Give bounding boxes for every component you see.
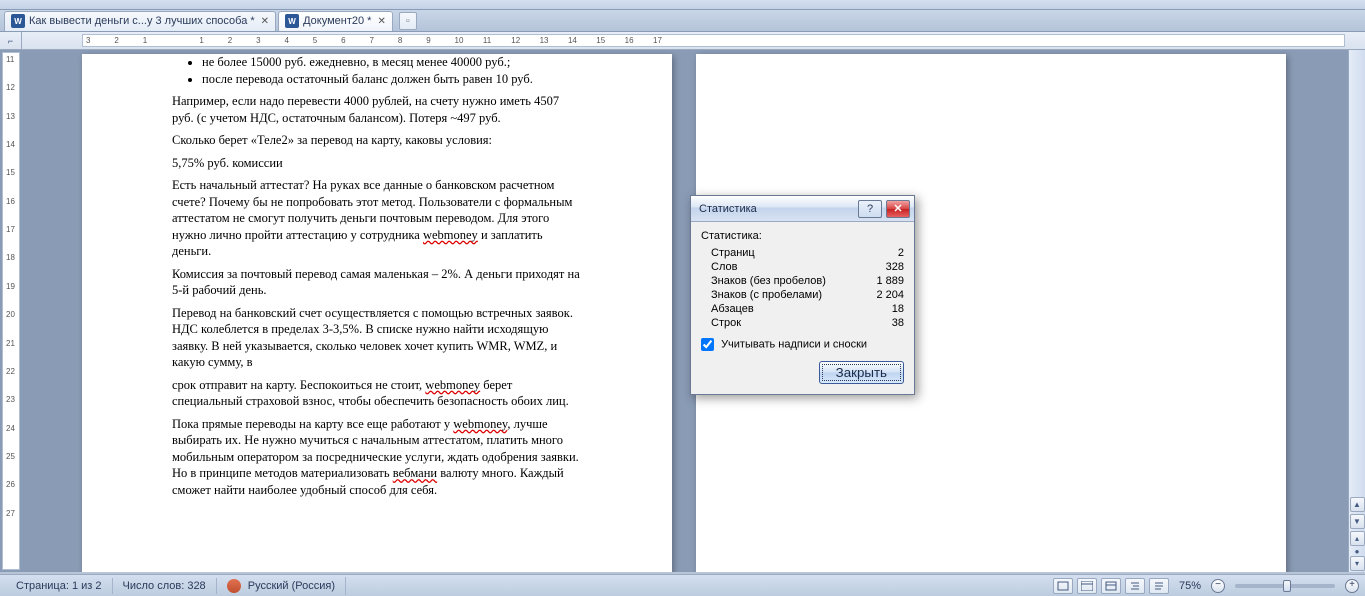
- status-right: 75% − +: [1053, 578, 1359, 594]
- horizontal-ruler-area: ⌐ 3211234567891011121314151617: [0, 32, 1365, 50]
- zoom-slider-thumb[interactable]: [1283, 580, 1291, 592]
- stat-value: 1 889: [864, 275, 904, 287]
- bullet-item: не более 15000 руб. ежедневно, в месяц м…: [202, 54, 582, 71]
- ruler-corner[interactable]: ⌐: [0, 32, 22, 49]
- language-label: Русский (Россия): [248, 579, 335, 591]
- bullet-list: не более 15000 руб. ежедневно, в месяц м…: [202, 54, 582, 87]
- scroll-up-button[interactable]: ▲: [1350, 497, 1365, 512]
- paragraph: Есть начальный аттестат? На руках все да…: [172, 177, 582, 260]
- checkbox-label: Учитывать надписи и сноски: [721, 338, 867, 350]
- statistics-dialog: Статистика ? ✕ Статистика: Страниц2Слов3…: [690, 195, 915, 395]
- zoom-in-button[interactable]: +: [1345, 579, 1359, 593]
- word-icon: W: [285, 14, 299, 28]
- browse-object-button[interactable]: ●: [1350, 547, 1365, 555]
- doc-tab-0[interactable]: W Как вывести деньги с...у 3 лучших спос…: [4, 11, 276, 31]
- tab-label: Как вывести деньги с...у 3 лучших способ…: [29, 15, 255, 27]
- spelling-underline: webmoney: [425, 378, 480, 392]
- stat-label: Слов: [711, 261, 864, 273]
- spelling-underline: webmoney: [423, 228, 478, 242]
- stat-row: Знаков (без пробелов)1 889: [701, 274, 904, 288]
- tab-label: Документ20 *: [303, 15, 371, 27]
- paragraph: Перевод на банковский счет осуществляетс…: [172, 305, 582, 371]
- status-word-count[interactable]: Число слов: 328: [113, 578, 217, 594]
- help-button[interactable]: ?: [858, 200, 882, 218]
- stat-value: 328: [864, 261, 904, 273]
- view-web-layout-button[interactable]: [1101, 578, 1121, 594]
- stat-label: Строк: [711, 317, 864, 329]
- paragraph: срок отправит на карту. Беспокоиться не …: [172, 377, 582, 410]
- paragraph: Пока прямые переводы на карту все еще ра…: [172, 416, 582, 499]
- include-footnotes-checkbox[interactable]: [701, 338, 714, 351]
- close-button[interactable]: Закрыть: [819, 361, 904, 384]
- close-icon[interactable]: ✕: [886, 200, 910, 218]
- prev-page-button[interactable]: ▴: [1350, 531, 1365, 546]
- status-page[interactable]: Страница: 1 из 2: [6, 578, 113, 594]
- stat-row: Страниц2: [701, 246, 904, 260]
- close-icon[interactable]: ✕: [377, 16, 385, 27]
- spelling-underline: вебмани: [393, 466, 437, 480]
- next-page-button[interactable]: ▾: [1350, 556, 1365, 571]
- status-language[interactable]: Русский (Россия): [217, 577, 346, 595]
- view-fullscreen-button[interactable]: [1077, 578, 1097, 594]
- zoom-out-button[interactable]: −: [1211, 579, 1225, 593]
- stat-label: Абзацев: [711, 303, 864, 315]
- dialog-body: Статистика: Страниц2Слов328Знаков (без п…: [691, 222, 914, 394]
- stat-row: Знаков (с пробелами)2 204: [701, 288, 904, 302]
- word-icon: W: [11, 14, 25, 28]
- stat-row: Строк38: [701, 316, 904, 330]
- dialog-title: Статистика: [699, 203, 854, 215]
- paragraph: Например, если надо перевести 4000 рубле…: [172, 93, 582, 126]
- view-outline-button[interactable]: [1125, 578, 1145, 594]
- dialog-heading: Статистика:: [701, 230, 904, 242]
- stat-value: 18: [864, 303, 904, 315]
- doc-tab-1[interactable]: W Документ20 * ✕: [278, 11, 393, 31]
- document-area[interactable]: не более 15000 руб. ежедневно, в месяц м…: [22, 50, 1348, 572]
- stat-row: Слов328: [701, 260, 904, 274]
- checkbox-row: Учитывать надписи и сноски: [701, 338, 904, 351]
- view-print-layout-button[interactable]: [1053, 578, 1073, 594]
- vertical-ruler[interactable]: 1112131415161718192021222324252627: [2, 52, 20, 570]
- stat-label: Знаков (без пробелов): [711, 275, 864, 287]
- stat-row: Абзацев18: [701, 302, 904, 316]
- stat-value: 38: [864, 317, 904, 329]
- paragraph: Комиссия за почтовый перевод самая мален…: [172, 266, 582, 299]
- stat-value: 2: [864, 247, 904, 259]
- new-tab-button[interactable]: ▫: [399, 12, 417, 30]
- view-draft-button[interactable]: [1149, 578, 1169, 594]
- stat-label: Знаков (с пробелами): [711, 289, 864, 301]
- stat-value: 2 204: [864, 289, 904, 301]
- zoom-slider[interactable]: [1235, 584, 1335, 588]
- dialog-titlebar[interactable]: Статистика ? ✕: [691, 196, 914, 222]
- status-bar: Страница: 1 из 2 Число слов: 328 Русский…: [0, 574, 1365, 596]
- horizontal-ruler[interactable]: 3211234567891011121314151617: [82, 34, 1345, 47]
- vertical-scrollbar[interactable]: ▲ ▼ ▴ ● ▾: [1348, 50, 1365, 572]
- spelling-underline: webmoney: [453, 417, 507, 431]
- paragraph: 5,75% руб. комиссии: [172, 155, 582, 172]
- stat-label: Страниц: [711, 247, 864, 259]
- workspace: 1112131415161718192021222324252627 не бо…: [0, 50, 1365, 572]
- scroll-down-button[interactable]: ▼: [1350, 514, 1365, 529]
- close-icon[interactable]: ✕: [261, 16, 269, 27]
- language-icon: [227, 579, 241, 593]
- zoom-level[interactable]: 75%: [1179, 580, 1201, 592]
- page-1[interactable]: не более 15000 руб. ежедневно, в месяц м…: [82, 54, 672, 572]
- paragraph: Сколько берет «Теле2» за перевод на карт…: [172, 132, 582, 149]
- bullet-item: после перевода остаточный баланс должен …: [202, 71, 582, 88]
- document-tab-bar: W Как вывести деньги с...у 3 лучших спос…: [0, 10, 1365, 32]
- window-titlebar: [0, 0, 1365, 10]
